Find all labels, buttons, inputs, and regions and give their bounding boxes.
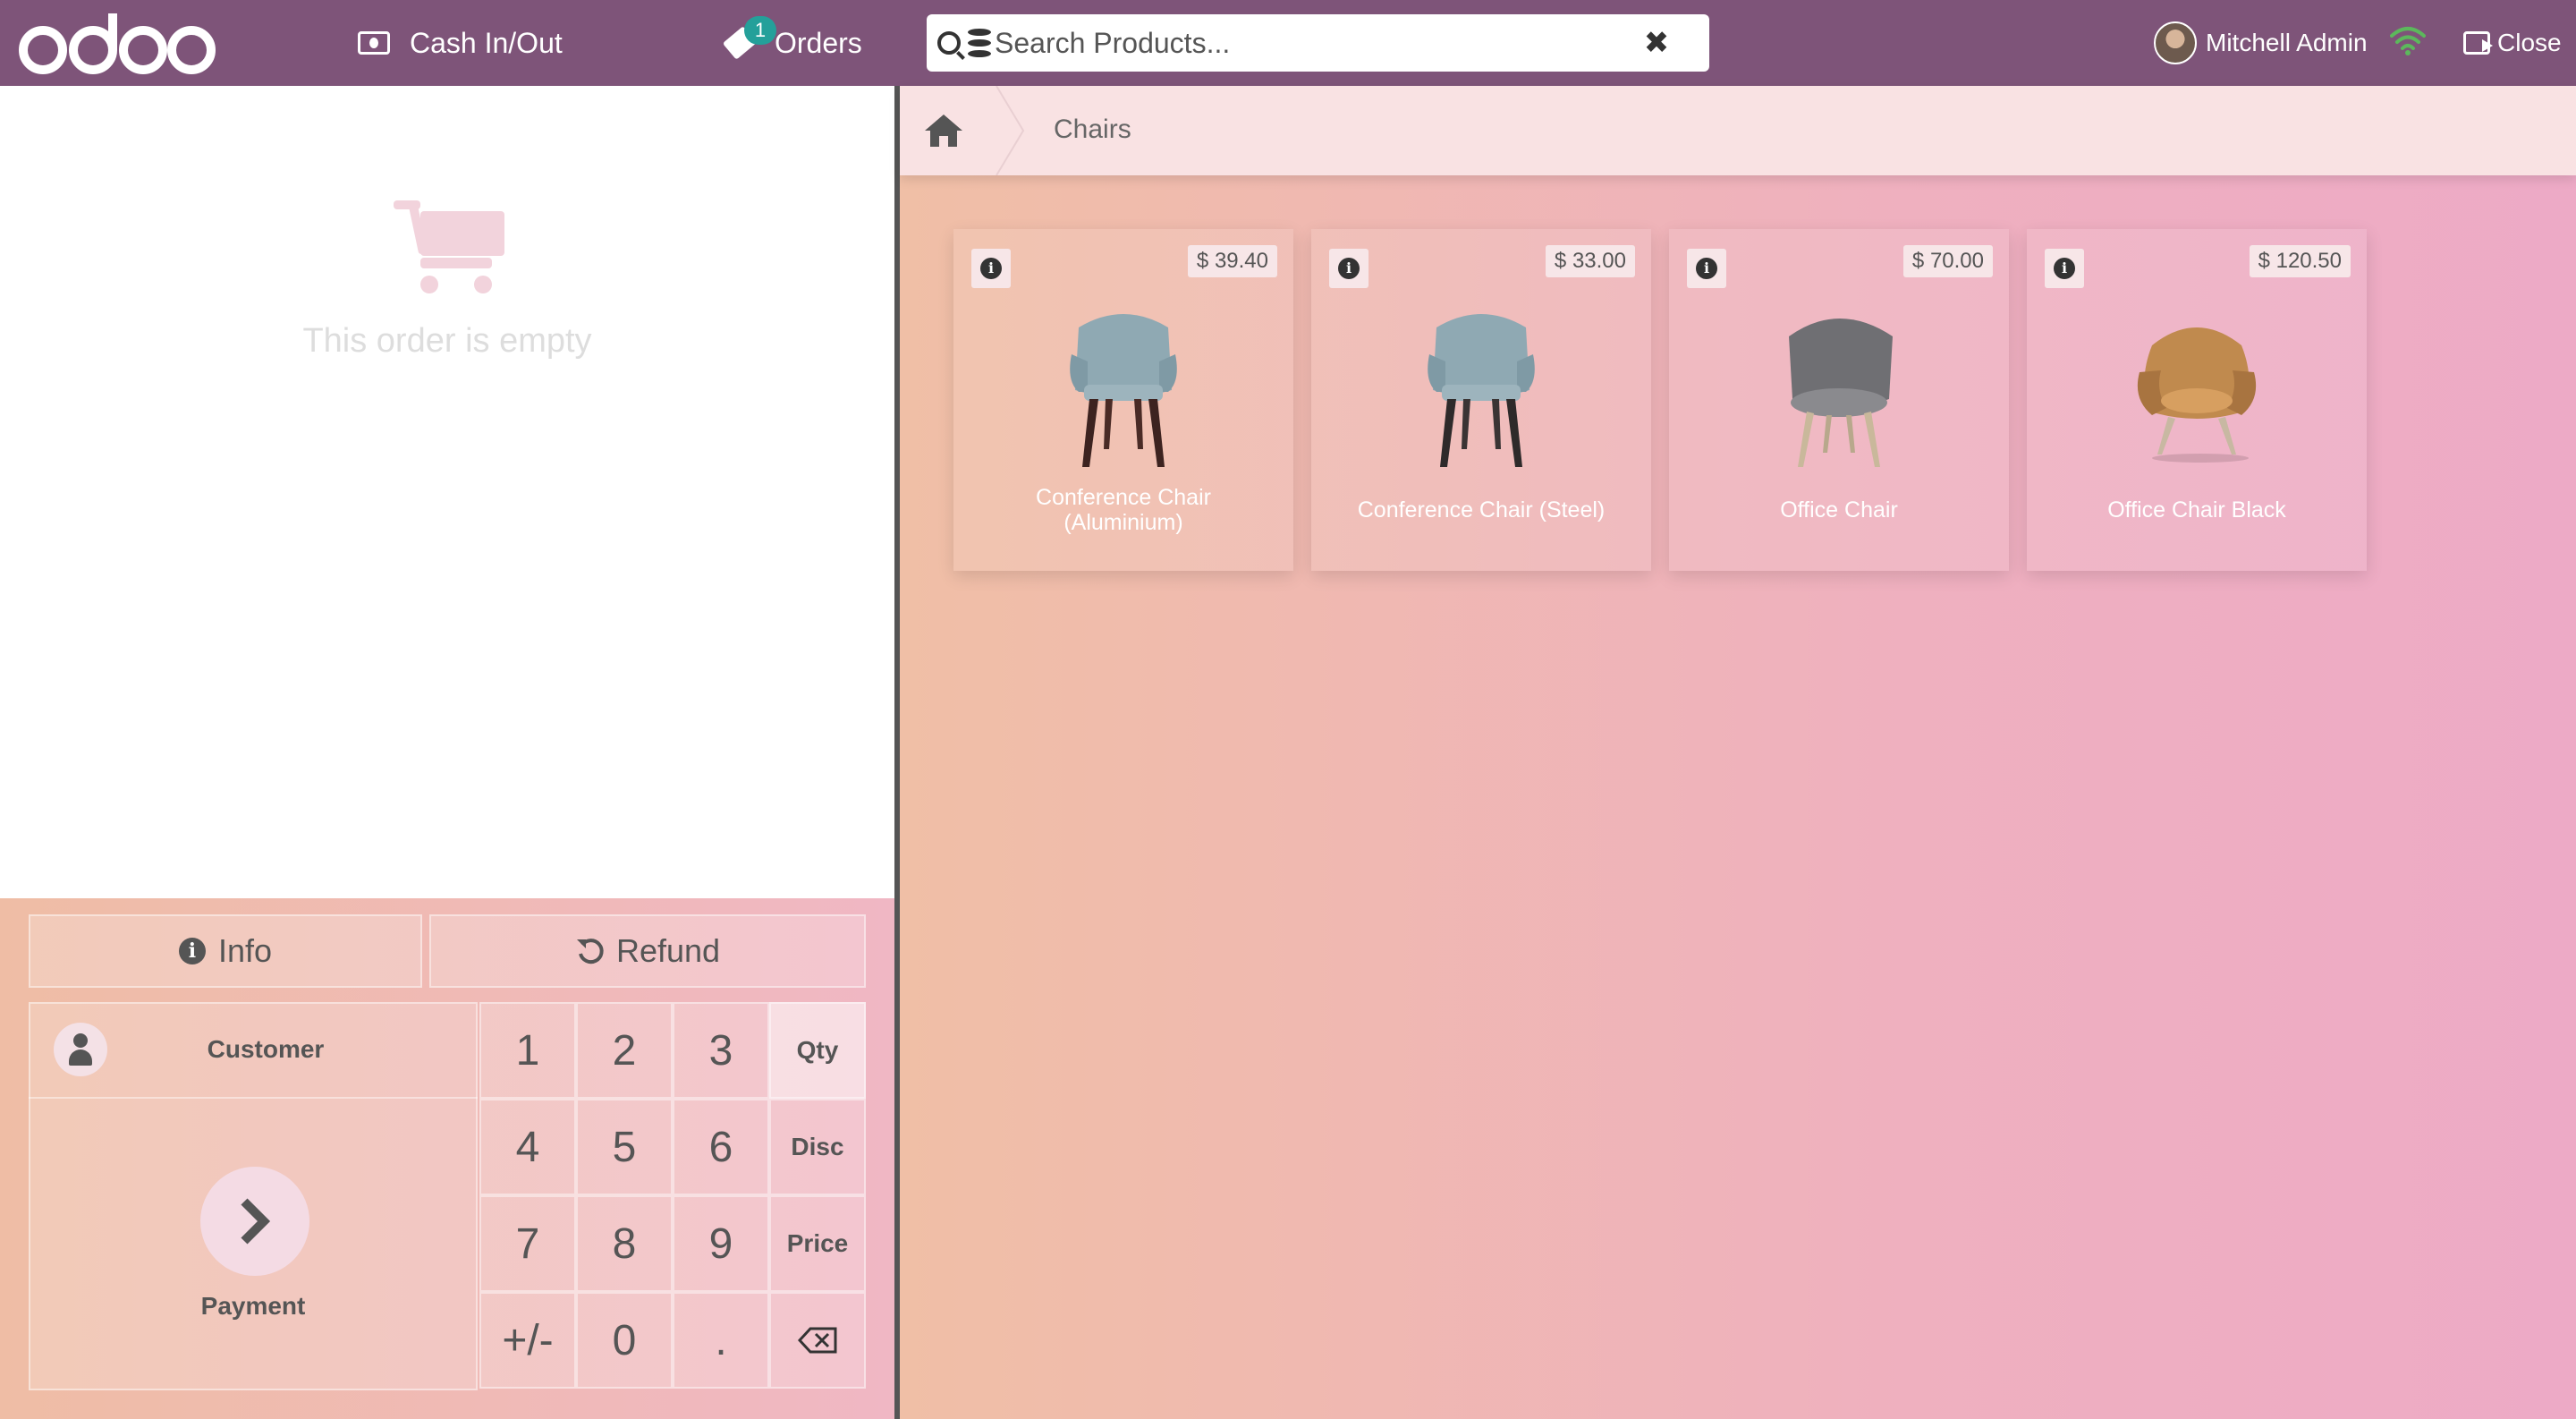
- numpad-key-3[interactable]: 3: [673, 1002, 769, 1099]
- wifi-connection-icon[interactable]: [2388, 25, 2428, 55]
- breadcrumb-separator: [996, 86, 1025, 175]
- chair-tan-icon: [2137, 327, 2257, 463]
- mode-qty-button[interactable]: Qty: [769, 1002, 866, 1099]
- numpad-key-5[interactable]: 5: [576, 1099, 673, 1195]
- product-price: $ 39.40: [1187, 245, 1277, 277]
- backspace-icon: [798, 1327, 837, 1354]
- chair-blue-icon: [1070, 314, 1177, 467]
- person-icon: [54, 1023, 107, 1076]
- product-name: Conference Chair (Aluminium): [953, 485, 1293, 535]
- orders-count-badge: 1: [744, 16, 776, 45]
- avatar: [2154, 21, 2197, 64]
- product-info-button[interactable]: i: [1329, 249, 1368, 288]
- info-icon: i: [1338, 258, 1360, 279]
- close-session-button[interactable]: Close: [2463, 18, 2562, 68]
- breadcrumb: [900, 86, 2576, 175]
- product-info-button[interactable]: i: [2045, 249, 2084, 288]
- orders-label: Orders: [775, 26, 862, 59]
- refund-button[interactable]: Refund: [429, 914, 866, 988]
- user-menu[interactable]: Mitchell Admin: [2154, 18, 2368, 68]
- backspace-button[interactable]: [769, 1292, 866, 1389]
- numpad-key-7[interactable]: 7: [479, 1195, 576, 1292]
- numpad-key-plus-minus[interactable]: +/-: [479, 1292, 576, 1389]
- info-icon: i: [980, 258, 1002, 279]
- undo-icon: [576, 939, 604, 964]
- product-card[interactable]: i $ 120.50 Office Chair Black: [2027, 229, 2367, 571]
- product-search-box[interactable]: [927, 14, 1709, 72]
- money-icon: [358, 31, 390, 55]
- info-icon: i: [2054, 258, 2075, 279]
- customer-button[interactable]: Customer: [29, 1002, 478, 1099]
- payment-button[interactable]: [200, 1167, 309, 1276]
- customer-label: Customer: [207, 1035, 325, 1063]
- numpad-key-4[interactable]: 4: [479, 1099, 576, 1195]
- odoo-logo[interactable]: [18, 9, 216, 77]
- mode-price-button[interactable]: Price: [769, 1195, 866, 1292]
- product-name: Office Chair Black: [2107, 497, 2286, 523]
- sign-out-icon: [2463, 31, 2493, 55]
- orders-button[interactable]: Orders: [722, 0, 862, 86]
- info-icon: i: [1696, 258, 1717, 279]
- cash-in-out-button[interactable]: Cash In/Out: [358, 0, 563, 86]
- search-icon: [937, 31, 961, 55]
- numpad-key-9[interactable]: 9: [673, 1195, 769, 1292]
- info-label: Info: [217, 932, 273, 969]
- breadcrumb-category[interactable]: Chairs: [1054, 115, 1131, 145]
- info-button[interactable]: i Info: [29, 914, 422, 988]
- product-card[interactable]: i $ 70.00 Office Chair: [1669, 229, 2009, 571]
- numpad-key-decimal[interactable]: .: [673, 1292, 769, 1389]
- user-name: Mitchell Admin: [2206, 29, 2368, 56]
- home-icon[interactable]: [923, 113, 964, 149]
- chevron-right-icon: [241, 1198, 271, 1245]
- shopping-cart-icon: [394, 200, 504, 293]
- chair-grey-icon: [1789, 319, 1893, 467]
- product-card[interactable]: i $ 39.40 Conference Chair (Aluminium): [953, 229, 1293, 571]
- refund-label: Refund: [615, 932, 721, 969]
- numpad-key-1[interactable]: 1: [479, 1002, 576, 1099]
- close-label: Close: [2497, 29, 2562, 56]
- numpad-key-6[interactable]: 6: [673, 1099, 769, 1195]
- product-name: Conference Chair (Steel): [1357, 497, 1606, 523]
- barcode-database-icon: [968, 29, 991, 57]
- numpad-key-8[interactable]: 8: [576, 1195, 673, 1292]
- product-price: $ 33.00: [1545, 245, 1635, 277]
- payment-label: Payment: [200, 1292, 306, 1320]
- cash-in-out-label: Cash In/Out: [410, 26, 563, 59]
- empty-order-message: This order is empty: [302, 322, 592, 360]
- mode-disc-button[interactable]: Disc: [769, 1099, 866, 1195]
- product-name-line: (Aluminium): [1063, 510, 1183, 535]
- product-price: $ 120.50: [2249, 245, 2351, 277]
- product-name: Office Chair: [1780, 497, 1898, 523]
- clear-search-icon[interactable]: ✖: [1639, 25, 1674, 61]
- product-name-line: Conference Chair: [1036, 485, 1211, 510]
- numpad-key-0[interactable]: 0: [576, 1292, 673, 1389]
- product-info-button[interactable]: i: [1687, 249, 1726, 288]
- product-info-button[interactable]: i: [971, 249, 1011, 288]
- search-input[interactable]: [995, 26, 1657, 60]
- info-icon: i: [178, 938, 206, 964]
- product-card[interactable]: i $ 33.00 Conference Chair (Steel): [1311, 229, 1651, 571]
- numpad-key-2[interactable]: 2: [576, 1002, 673, 1099]
- product-price: $ 70.00: [1902, 245, 1993, 277]
- chair-blue-icon: [1428, 314, 1535, 467]
